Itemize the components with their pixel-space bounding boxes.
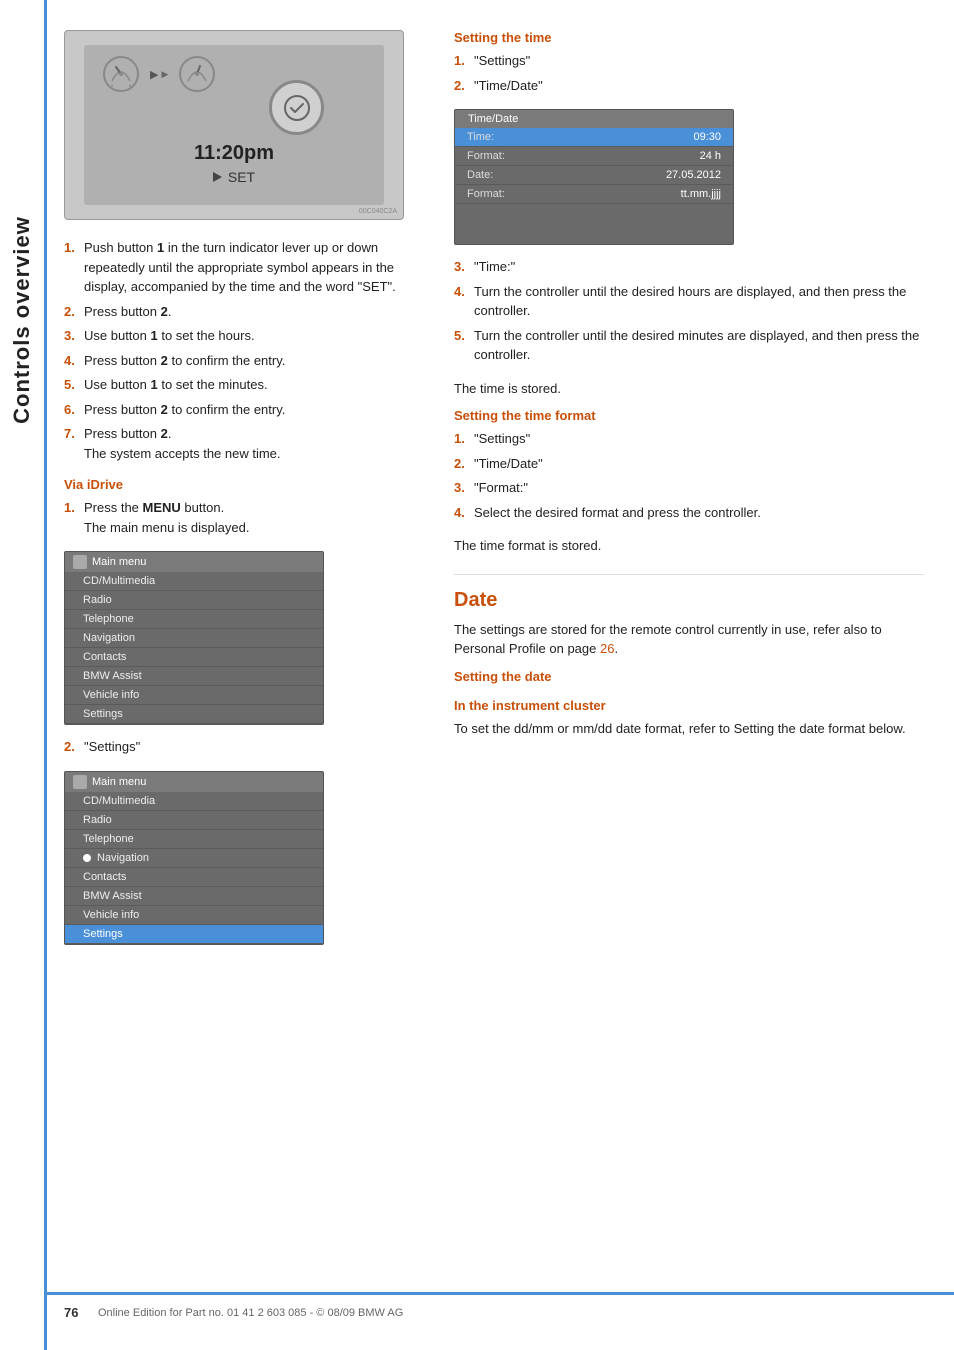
svg-text:0: 0 xyxy=(111,83,114,88)
step-6: 6. Press button 2 to confirm the entry. xyxy=(64,400,414,420)
instrument-time: 11:20pm xyxy=(194,142,274,165)
check-icon xyxy=(283,94,311,122)
menu-icon xyxy=(73,555,87,569)
setting-time-title: Setting the time xyxy=(454,30,924,45)
intro-steps: 1. Push button 1 in the turn indicator l… xyxy=(64,238,414,463)
step-5: 5. Use button 1 to set the minutes. xyxy=(64,375,414,395)
setting-time-format-title: Setting the time format xyxy=(454,408,924,423)
st-step-2: 2. "Time/Date" xyxy=(454,76,924,96)
tf-step-4: 4. Select the desired format and press t… xyxy=(454,503,924,523)
via-idrive-heading: Via iDrive xyxy=(64,477,414,492)
menu1-item-settings: Settings xyxy=(65,705,323,724)
timedate-row-time: Time: 09:30 xyxy=(455,128,733,147)
step-2: 2. Press button 2. xyxy=(64,302,414,322)
menu1-item-bmwassist: BMW Assist xyxy=(65,667,323,686)
instrument-cluster-heading: In the instrument cluster xyxy=(454,698,924,713)
setting-time-steps: 1. "Settings" 2. "Time/Date" xyxy=(454,51,924,95)
instrument-set: SET xyxy=(213,169,255,185)
menu1-item-radio: Radio xyxy=(65,591,323,610)
setting-date-heading: Setting the date xyxy=(454,669,924,684)
menu2-item-bmwassist: BMW Assist xyxy=(65,887,323,906)
check-circle xyxy=(269,80,324,135)
step-4: 4. Press button 2 to confirm the entry. xyxy=(64,351,414,371)
step-3: 3. Use button 1 to set the hours. xyxy=(64,326,414,346)
st2-step-5: 5. Turn the controller until the desired… xyxy=(454,326,924,365)
timedate-row-date: Date: 27.05.2012 xyxy=(455,166,733,185)
timedate-title-bar: Time/Date xyxy=(455,110,733,128)
menu1-item-cd: CD/Multimedia xyxy=(65,572,323,591)
instrument-cluster-body: To set the dd/mm or mm/dd date format, r… xyxy=(454,719,924,739)
menu1-item-telephone: Telephone xyxy=(65,610,323,629)
instrument-image: 0 6 ▶▶ xyxy=(64,30,404,220)
menu-screenshot-1: Main menu CD/Multimedia Radio Telephone … xyxy=(64,551,324,725)
time-format-stored-text: The time format is stored. xyxy=(454,536,924,556)
time-format-steps: 1. "Settings" 2. "Time/Date" 3. "Format:… xyxy=(454,429,924,522)
timedate-row-format1: Format: 24 h xyxy=(455,147,733,166)
page-ref-link[interactable]: 26 xyxy=(600,641,614,656)
tf-step-1: 1. "Settings" xyxy=(454,429,924,449)
dot-icon xyxy=(83,854,91,862)
page-number: 76 xyxy=(64,1305,88,1320)
gauge-right-icon xyxy=(178,55,216,93)
menu1-item-vehicleinfo: Vehicle info xyxy=(65,686,323,705)
menu2-item-contacts: Contacts xyxy=(65,868,323,887)
menu2-icon xyxy=(73,775,87,789)
date-section-title: Date xyxy=(454,574,924,612)
right-column: Setting the time 1. "Settings" 2. "Time/… xyxy=(434,0,954,1350)
st-step-1: 1. "Settings" xyxy=(454,51,924,71)
idrive-step-2: 2. "Settings" xyxy=(64,737,414,757)
st2-step-3: 3. "Time:" xyxy=(454,257,924,277)
footer-text: Online Edition for Part no. 01 41 2 603 … xyxy=(98,1307,403,1319)
menu1-item-navigation: Navigation xyxy=(65,629,323,648)
menu2-item-telephone: Telephone xyxy=(65,830,323,849)
sidebar-label: Controls overview xyxy=(0,160,44,480)
menu1-item-contacts: Contacts xyxy=(65,648,323,667)
date-body-text: The settings are stored for the remote c… xyxy=(454,620,924,659)
menu2-item-cd: CD/Multimedia xyxy=(65,792,323,811)
time-stored-text: The time is stored. xyxy=(454,379,924,399)
st2-step-4: 4. Turn the controller until the desired… xyxy=(454,282,924,321)
footer: 76 Online Edition for Part no. 01 41 2 6… xyxy=(44,1292,954,1330)
watermark: 00C040C2A xyxy=(359,208,397,215)
timedate-row-format2: Format: tt.mm.jjjj xyxy=(455,185,733,204)
menu2-title-bar: Main menu xyxy=(65,772,323,792)
left-column: 0 6 ▶▶ xyxy=(44,0,434,1350)
timedate-screenshot: Time/Date Time: 09:30 Format: 24 h Date:… xyxy=(454,109,734,245)
tf-step-2: 2. "Time/Date" xyxy=(454,454,924,474)
menu2-item-settings: Settings xyxy=(65,925,323,944)
menu2-item-navigation: Navigation xyxy=(65,849,323,868)
via-idrive-steps: 1. Press the MENU button.The main menu i… xyxy=(64,498,414,537)
step-7: 7. Press button 2.The system accepts the… xyxy=(64,424,414,463)
tf-step-3: 3. "Format:" xyxy=(454,478,924,498)
via-idrive-step2: 2. "Settings" xyxy=(64,737,414,757)
idrive-step-1: 1. Press the MENU button.The main menu i… xyxy=(64,498,414,537)
menu-screenshot-2: Main menu CD/Multimedia Radio Telephone … xyxy=(64,771,324,945)
menu1-title-bar: Main menu xyxy=(65,552,323,572)
setting-time-steps2: 3. "Time:" 4. Turn the controller until … xyxy=(454,257,924,365)
menu2-item-radio: Radio xyxy=(65,811,323,830)
step-1: 1. Push button 1 in the turn indicator l… xyxy=(64,238,414,297)
set-triangle-icon xyxy=(213,172,222,182)
menu2-item-vehicleinfo: Vehicle info xyxy=(65,906,323,925)
gauge-left-icon: 0 6 xyxy=(102,55,140,93)
